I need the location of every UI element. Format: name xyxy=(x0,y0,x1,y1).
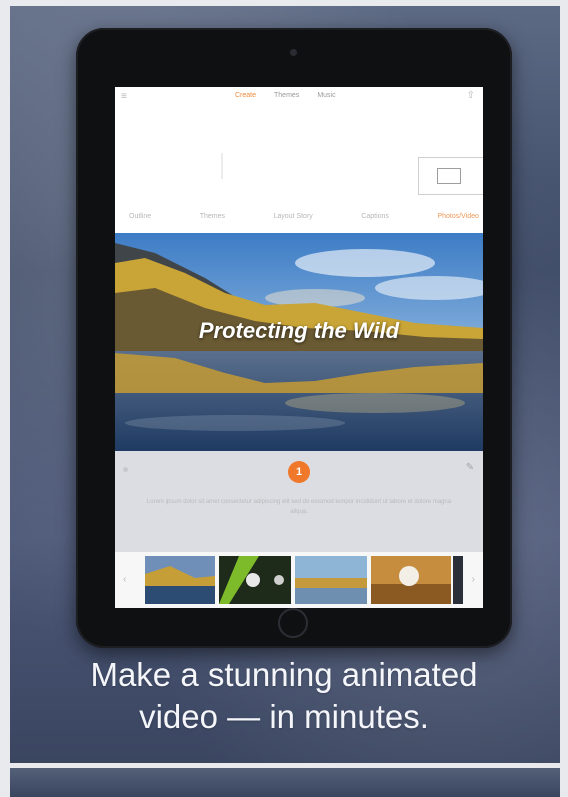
cursor-bar xyxy=(221,153,223,179)
header-area: Outline Themes Layout Story Captions Pho… xyxy=(115,107,483,237)
hero-image[interactable]: Protecting the Wild xyxy=(115,233,483,451)
edit-icon[interactable]: ✎ xyxy=(463,461,477,475)
caption-panel: 1 ✎ Lorem ipsum dolor sit amet consectet… xyxy=(115,451,483,552)
nav-photos-video[interactable]: Photos/Video xyxy=(437,213,479,220)
slide-thumbnail[interactable] xyxy=(371,556,451,604)
tagline: Make a stunning animated video — in minu… xyxy=(14,654,554,738)
camera-dot xyxy=(290,49,297,56)
ipad-device: ≡ Create Themes Music ⇧ Outline Themes L… xyxy=(76,28,512,648)
tab-themes[interactable]: Themes xyxy=(274,92,299,99)
slide-thumbnail[interactable] xyxy=(453,556,463,604)
caption-text[interactable]: Lorem ipsum dolor sit amet consectetur a… xyxy=(139,497,459,517)
menu-icon[interactable]: ≡ xyxy=(121,91,127,102)
slide-thumbnail[interactable] xyxy=(219,556,291,604)
next-panel-preview xyxy=(10,768,560,797)
slide-thumbnail[interactable] xyxy=(295,556,367,604)
bullet-dot xyxy=(123,467,128,472)
preview-button[interactable] xyxy=(418,157,483,195)
step-badge[interactable]: 1 xyxy=(288,461,310,483)
screen-icon xyxy=(437,168,461,184)
top-tabs: Create Themes Music xyxy=(235,92,336,99)
app-screen: ≡ Create Themes Music ⇧ Outline Themes L… xyxy=(115,87,483,608)
tagline-line-1: Make a stunning animated xyxy=(90,656,478,693)
slide-thumbnail[interactable] xyxy=(145,556,215,604)
hero-title: Protecting the Wild xyxy=(198,318,400,343)
nav-themes[interactable]: Themes xyxy=(200,213,225,220)
slide-filmstrip: ‹ › xyxy=(115,552,483,608)
nav-outline[interactable]: Outline xyxy=(129,213,151,220)
share-icon[interactable]: ⇧ xyxy=(467,90,475,101)
scroll-right-icon[interactable]: › xyxy=(472,574,475,585)
nav-layout-story[interactable]: Layout Story xyxy=(273,213,312,220)
tagline-line-2: video — in minutes. xyxy=(139,698,429,735)
home-button xyxy=(278,608,308,638)
promo-panel: ≡ Create Themes Music ⇧ Outline Themes L… xyxy=(10,6,560,763)
nav-captions[interactable]: Captions xyxy=(361,213,389,220)
tab-create[interactable]: Create xyxy=(235,92,256,99)
top-bar: ≡ Create Themes Music ⇧ xyxy=(115,87,483,107)
tab-music[interactable]: Music xyxy=(317,92,335,99)
scroll-left-icon[interactable]: ‹ xyxy=(123,574,126,585)
step-nav: Outline Themes Layout Story Captions Pho… xyxy=(129,213,479,220)
